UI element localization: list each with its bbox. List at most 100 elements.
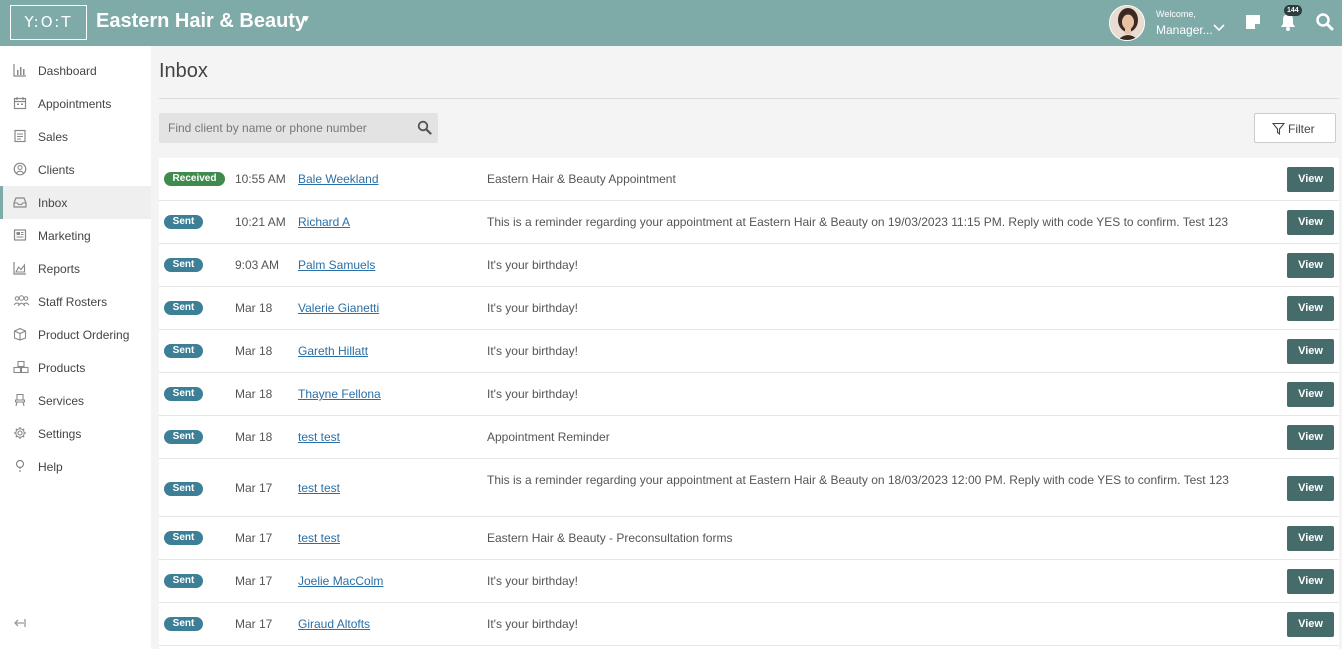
table-row[interactable]: Sent Mar 18 Thayne Fellona It's your bir…: [159, 373, 1339, 416]
view-button[interactable]: View: [1287, 210, 1334, 235]
message-text: It's your birthday!: [487, 344, 578, 358]
app-logo[interactable]: Y:O:T: [10, 5, 87, 40]
search-box: [159, 113, 438, 143]
table-row[interactable]: Sent Mar 18 Valerie Gianetti It's your b…: [159, 287, 1339, 330]
status-badge: Sent: [164, 215, 203, 229]
status-badge: Sent: [164, 387, 203, 401]
sidebar-item-label: Settings: [38, 427, 82, 441]
sidebar-item-label: Appointments: [38, 97, 112, 111]
table-row[interactable]: Received 10:55 AM Bale Weekland Eastern …: [159, 158, 1339, 201]
client-search-input[interactable]: [159, 113, 409, 143]
chart-icon: [13, 64, 26, 77]
status-badge: Sent: [164, 531, 203, 545]
message-time: Mar 17: [235, 574, 273, 588]
sidebar-item-help[interactable]: Help: [0, 450, 151, 483]
status-badge: Sent: [164, 482, 203, 496]
message-time: Mar 17: [235, 531, 273, 545]
view-button[interactable]: View: [1287, 476, 1334, 501]
table-row[interactable]: Sent Mar 18 Gareth Hillatt It's your bir…: [159, 330, 1339, 373]
table-row[interactable]: Sent 10:21 AM Richard A This is a remind…: [159, 201, 1339, 244]
message-text: Appointment Reminder: [487, 430, 610, 444]
client-link[interactable]: Valerie Gianetti: [298, 301, 379, 315]
client-link[interactable]: Palm Samuels: [298, 258, 375, 272]
message-time: Mar 18: [235, 430, 273, 444]
inbox-icon: [13, 197, 27, 208]
search-icon[interactable]: [417, 120, 432, 135]
collapse-sidebar-icon[interactable]: [12, 615, 28, 631]
view-button[interactable]: View: [1287, 612, 1334, 637]
client-link[interactable]: test test: [298, 430, 340, 444]
search-icon[interactable]: [1315, 12, 1335, 32]
sidebar-item-reports[interactable]: Reports: [0, 252, 151, 285]
view-button[interactable]: View: [1287, 425, 1334, 450]
status-badge: Received: [164, 172, 225, 186]
view-button[interactable]: View: [1287, 253, 1334, 278]
table-row[interactable]: Sent Mar 17 Giraud Altofts It's your bir…: [159, 603, 1339, 646]
sidebar-item-products[interactable]: Products: [0, 351, 151, 384]
client-link[interactable]: Giraud Altofts: [298, 617, 370, 631]
table-row[interactable]: Sent Mar 18 test test Appointment Remind…: [159, 416, 1339, 459]
view-button[interactable]: View: [1287, 296, 1334, 321]
sidebar-item-product-ordering[interactable]: Product Ordering: [0, 318, 151, 351]
sidebar-item-label: Product Ordering: [38, 328, 130, 342]
sidebar-item-label: Dashboard: [38, 64, 97, 78]
business-name[interactable]: Eastern Hair & Beauty: [96, 10, 306, 33]
client-link[interactable]: Bale Weekland: [298, 172, 379, 186]
notes-icon[interactable]: [1243, 12, 1263, 32]
page-title: Inbox: [159, 60, 208, 82]
gear-icon: [14, 427, 26, 439]
sidebar-item-settings[interactable]: Settings: [0, 417, 151, 450]
view-button[interactable]: View: [1287, 526, 1334, 551]
client-link[interactable]: test test: [298, 481, 340, 495]
people-icon: [13, 295, 30, 307]
sidebar-item-sales[interactable]: Sales: [0, 120, 151, 153]
chevron-down-icon[interactable]: [1212, 21, 1226, 35]
box-icon: [13, 327, 27, 341]
message-text: This is a reminder regarding your appoin…: [487, 473, 1229, 487]
view-button[interactable]: View: [1287, 382, 1334, 407]
sidebar-item-label: Reports: [38, 262, 81, 276]
message-text: It's your birthday!: [487, 574, 578, 588]
status-badge: Sent: [164, 430, 203, 444]
sidebar-item-label: Inbox: [38, 196, 68, 210]
sidebar-item-label: Marketing: [38, 229, 91, 243]
filter-button[interactable]: Filter: [1254, 113, 1336, 143]
client-link[interactable]: Richard A: [298, 215, 350, 229]
sidebar-item-appointments[interactable]: Appointments: [0, 87, 151, 120]
view-button[interactable]: View: [1287, 167, 1334, 192]
user-name[interactable]: Manager...: [1156, 23, 1213, 37]
sidebar-item-marketing[interactable]: Marketing: [0, 219, 151, 252]
client-link[interactable]: test test: [298, 531, 340, 545]
message-time: Mar 17: [235, 481, 273, 495]
table-row[interactable]: Sent Mar 17 Joelie MacColm It's your bir…: [159, 560, 1339, 603]
client-link[interactable]: Thayne Fellona: [298, 387, 381, 401]
table-row[interactable]: Sent Mar 17 test test Eastern Hair & Bea…: [159, 517, 1339, 560]
table-row[interactable]: Sent Mar 17 test test This is a reminder…: [159, 459, 1339, 517]
sidebar-item-services[interactable]: Services: [0, 384, 151, 417]
sidebar-item-clients[interactable]: Clients: [0, 153, 151, 186]
view-button[interactable]: View: [1287, 339, 1334, 364]
notification-count-badge: 144: [1284, 5, 1302, 16]
sidebar-item-inbox[interactable]: Inbox: [0, 186, 151, 219]
status-badge: Sent: [164, 301, 203, 315]
status-badge: Sent: [164, 617, 203, 631]
client-link[interactable]: Gareth Hillatt: [298, 344, 368, 358]
filter-label: Filter: [1288, 122, 1315, 136]
top-bar: Y:O:T Eastern Hair & Beauty ▼ Welcome, M…: [0, 0, 1342, 46]
user-circle-icon: [13, 162, 27, 176]
client-link[interactable]: Joelie MacColm: [298, 574, 383, 588]
avatar[interactable]: [1109, 5, 1145, 41]
message-text: This is a reminder regarding your appoin…: [487, 215, 1229, 229]
sidebar-item-staff-rosters[interactable]: Staff Rosters: [0, 285, 151, 318]
message-time: Mar 18: [235, 387, 273, 401]
message-text: Eastern Hair & Beauty - Preconsultation …: [487, 531, 733, 545]
view-button[interactable]: View: [1287, 569, 1334, 594]
sidebar-item-dashboard[interactable]: Dashboard: [0, 54, 151, 87]
calendar-icon: [13, 97, 27, 110]
business-dropdown-icon[interactable]: ▼: [301, 14, 311, 25]
sidebar-item-label: Services: [38, 394, 85, 408]
table-row[interactable]: Sent 9:03 AM Palm Samuels It's your birt…: [159, 244, 1339, 287]
message-time: 9:03 AM: [235, 258, 280, 272]
status-badge: Sent: [164, 344, 203, 358]
message-time: Mar 17: [235, 617, 273, 631]
